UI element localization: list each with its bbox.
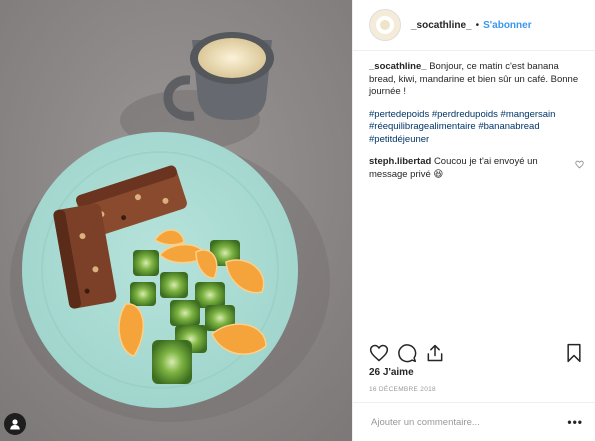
comment-input[interactable] [369,415,568,429]
post-sidebar: _socathline_ • S'abonner _socathline_ Bo… [352,0,595,441]
add-comment-bar: ••• [353,402,595,441]
hashtag-link[interactable]: #bananabread [478,121,539,132]
comment-icon[interactable] [397,343,417,363]
post-photo[interactable] [0,0,352,441]
post-date: 16 DÉCEMBRE 2018 [369,386,436,393]
hashtags: #pertedepoids #perdredupoids #mangersain… [369,109,585,147]
comment-username[interactable]: steph.libertad [369,156,431,167]
user-icon[interactable] [4,413,26,435]
heart-icon[interactable] [369,343,389,363]
more-options-button[interactable]: ••• [567,415,583,429]
bookmark-icon[interactable] [565,343,583,363]
header-username[interactable]: _socathline_ [411,20,472,31]
instagram-post: _socathline_ • S'abonner _socathline_ Bo… [0,0,595,441]
likes-count[interactable]: 26 J'aime [369,367,414,378]
action-bar [369,340,583,366]
share-icon[interactable] [425,343,445,363]
follow-button[interactable]: S'abonner [483,20,532,31]
hashtag-link[interactable]: #petitdéjeuner [369,134,429,145]
separator-dot: • [475,19,480,31]
comments-area: _socathline_ Bonjour, ce matin c'est ban… [353,51,595,327]
caption-username[interactable]: _socathline_ [369,61,427,72]
hashtag-link[interactable]: #mangersain [501,109,556,120]
hashtag-link[interactable]: #réequilibragealimentaire [369,121,476,132]
avatar[interactable] [369,9,401,41]
comment-item: steph.libertad Coucou je t'ai envoyé un … [369,156,585,181]
hashtag-link[interactable]: #pertedepoids [369,109,429,120]
small-heart-icon[interactable] [575,160,585,174]
breakfast-photo [0,0,352,441]
post-header: _socathline_ • S'abonner [353,0,595,51]
caption: _socathline_ Bonjour, ce matin c'est ban… [369,61,585,99]
hashtag-link[interactable]: #perdredupoids [432,109,498,120]
